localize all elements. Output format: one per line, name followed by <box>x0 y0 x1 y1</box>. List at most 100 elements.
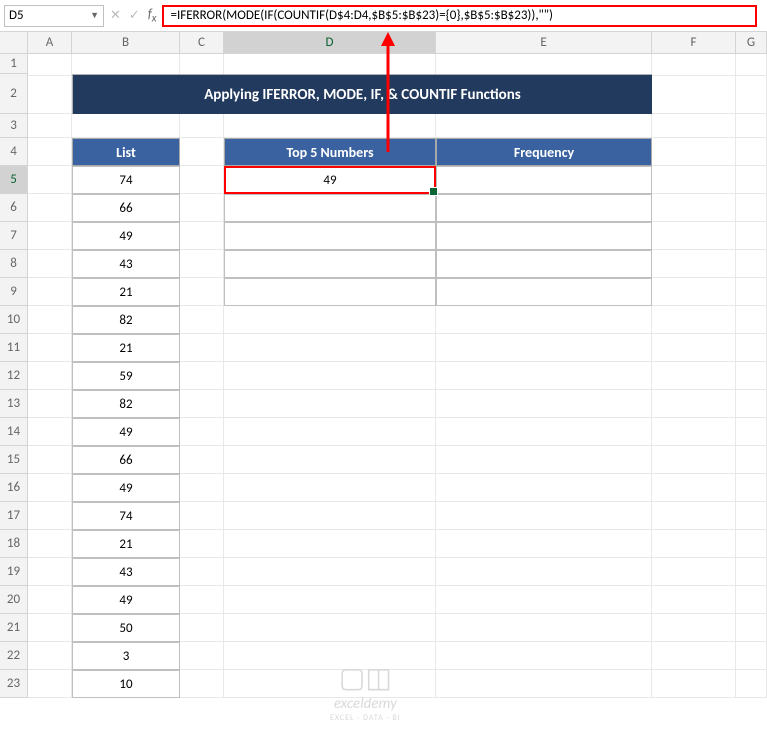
row-hd[interactable]: 21 <box>0 614 28 642</box>
cell[interactable] <box>652 306 736 334</box>
row-hd[interactable]: 23 <box>0 670 28 698</box>
row-hd[interactable]: 16 <box>0 474 28 502</box>
cell-e[interactable] <box>436 278 652 306</box>
cell[interactable] <box>652 166 736 194</box>
row-hd[interactable]: 13 <box>0 390 28 418</box>
cell[interactable] <box>736 250 767 278</box>
cell[interactable] <box>736 278 767 306</box>
row-hd[interactable]: 9 <box>0 278 28 306</box>
cell[interactable] <box>28 334 72 362</box>
cell[interactable] <box>224 334 436 362</box>
row-hd[interactable]: 7 <box>0 222 28 250</box>
list-cell[interactable]: 74 <box>72 502 180 530</box>
list-cell[interactable]: 3 <box>72 642 180 670</box>
cell[interactable] <box>652 670 736 698</box>
cell[interactable] <box>180 558 224 586</box>
cell[interactable] <box>436 474 652 502</box>
col-hd-a[interactable]: A <box>28 32 72 53</box>
cell[interactable] <box>736 614 767 642</box>
cell[interactable] <box>652 614 736 642</box>
cell[interactable] <box>180 418 224 446</box>
cell[interactable] <box>224 474 436 502</box>
list-cell[interactable]: 43 <box>72 250 180 278</box>
list-cell[interactable]: 21 <box>72 334 180 362</box>
row-hd[interactable]: 12 <box>0 362 28 390</box>
cell[interactable] <box>180 250 224 278</box>
cell[interactable] <box>28 642 72 670</box>
header-freq[interactable]: Frequency <box>436 138 652 166</box>
cell[interactable] <box>436 54 652 76</box>
cell[interactable] <box>736 586 767 614</box>
cell[interactable] <box>224 558 436 586</box>
cell[interactable] <box>736 138 767 166</box>
row-hd[interactable]: 15 <box>0 446 28 474</box>
header-list[interactable]: List <box>72 138 180 166</box>
cell[interactable] <box>28 278 72 306</box>
header-top5[interactable]: Top 5 Numbers <box>224 138 436 166</box>
cell[interactable] <box>28 114 72 138</box>
cell[interactable] <box>224 418 436 446</box>
row-hd[interactable]: 1 <box>0 54 28 74</box>
col-hd-d[interactable]: D <box>224 32 436 53</box>
cell[interactable] <box>436 334 652 362</box>
cell[interactable] <box>736 390 767 418</box>
row-hd[interactable]: 11 <box>0 334 28 362</box>
cell[interactable] <box>652 194 736 222</box>
list-cell[interactable]: 66 <box>72 446 180 474</box>
row-hd[interactable]: 6 <box>0 194 28 222</box>
cell[interactable] <box>28 530 72 558</box>
cell[interactable] <box>436 614 652 642</box>
cell[interactable] <box>652 390 736 418</box>
list-cell[interactable]: 82 <box>72 390 180 418</box>
cell[interactable] <box>652 418 736 446</box>
cell[interactable] <box>180 278 224 306</box>
cell-e[interactable] <box>436 222 652 250</box>
cell[interactable] <box>180 614 224 642</box>
list-cell[interactable]: 43 <box>72 558 180 586</box>
list-cell[interactable]: 49 <box>72 474 180 502</box>
formula-input[interactable]: =IFERROR(MODE(IF(COUNTIF(D$4:D4,$B$5:$B$… <box>162 5 757 27</box>
title-banner[interactable]: Applying IFERROR, MODE, IF, & COUNTIF Fu… <box>72 74 652 114</box>
cell[interactable] <box>736 334 767 362</box>
cell[interactable] <box>652 74 736 114</box>
cell[interactable] <box>224 362 436 390</box>
cell[interactable] <box>28 194 72 222</box>
enter-icon[interactable]: ✓ <box>129 8 140 23</box>
list-cell[interactable]: 66 <box>72 194 180 222</box>
cell[interactable] <box>652 362 736 390</box>
row-hd[interactable]: 8 <box>0 250 28 278</box>
row-hd[interactable]: 14 <box>0 418 28 446</box>
cell[interactable] <box>180 194 224 222</box>
cell[interactable] <box>652 138 736 166</box>
cell-e[interactable] <box>436 250 652 278</box>
cell[interactable] <box>28 614 72 642</box>
cell[interactable] <box>436 306 652 334</box>
cell[interactable] <box>652 586 736 614</box>
col-hd-f[interactable]: F <box>652 32 736 53</box>
cell[interactable] <box>652 474 736 502</box>
cell[interactable] <box>28 138 72 166</box>
cell[interactable] <box>736 166 767 194</box>
cell[interactable] <box>436 362 652 390</box>
col-hd-g[interactable]: G <box>736 32 767 53</box>
cell[interactable] <box>652 250 736 278</box>
cell[interactable] <box>736 530 767 558</box>
cell[interactable] <box>180 334 224 362</box>
cell[interactable] <box>180 670 224 698</box>
cell[interactable] <box>180 446 224 474</box>
cell[interactable] <box>436 670 652 698</box>
row-hd[interactable]: 10 <box>0 306 28 334</box>
list-cell[interactable]: 74 <box>72 166 180 194</box>
cancel-icon[interactable]: ✕ <box>110 8 121 23</box>
list-cell[interactable]: 21 <box>72 530 180 558</box>
cell[interactable] <box>652 502 736 530</box>
cell[interactable] <box>736 222 767 250</box>
cell[interactable] <box>180 222 224 250</box>
cell[interactable] <box>28 558 72 586</box>
col-hd-b[interactable]: B <box>72 32 180 53</box>
cell[interactable] <box>224 54 436 76</box>
cell[interactable] <box>28 418 72 446</box>
cell[interactable] <box>28 222 72 250</box>
row-hd[interactable]: 17 <box>0 502 28 530</box>
row-hd[interactable]: 2 <box>0 74 28 114</box>
